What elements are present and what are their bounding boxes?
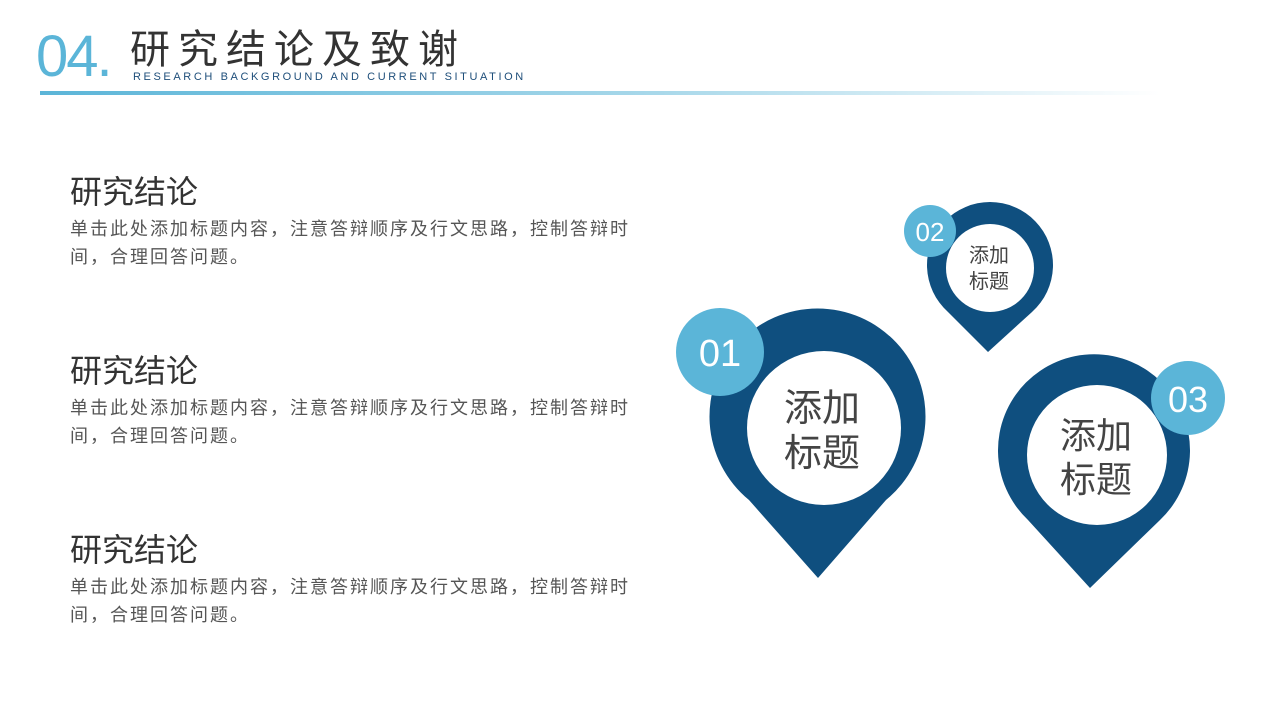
pin-label-line1: 添加 [784, 386, 860, 430]
pin-number: 01 [699, 333, 741, 375]
pin-inner-circle [946, 224, 1034, 312]
pin-label-line2: 标题 [784, 431, 860, 475]
pin-label-line1: 添加 [1060, 416, 1132, 457]
pin-label-line1: 添加 [969, 243, 1009, 267]
pin-03: 添加 标题 03 [998, 354, 1225, 588]
pin-02: 添加 标题 02 [904, 202, 1053, 352]
pin-label-line2: 标题 [969, 269, 1009, 293]
pin-01: 添加 标题 01 [676, 308, 926, 578]
pins-graphic: 添加 标题 01 添加 标题 02 添加 标题 03 [676, 202, 1225, 588]
pin-number: 02 [916, 217, 945, 247]
pin-label-line2: 标题 [1060, 460, 1132, 501]
pin-number: 03 [1168, 379, 1208, 420]
